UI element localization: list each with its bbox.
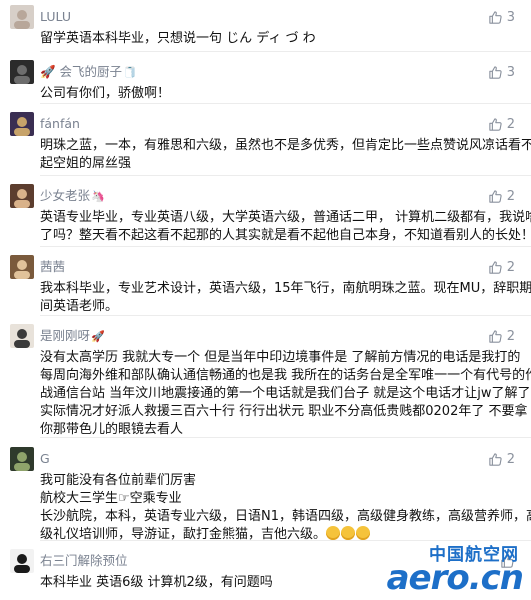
comment-text-line: 长沙航院，本科，英语专业六级，日语N1，韩语四级，高级健身教练，高级营养师，高 [40, 508, 531, 526]
comment-text-line-content: 英语专业毕业，专业英语八级，大学英语六级，普通话二甲， 计算机二级都有，我说啥 [40, 210, 531, 225]
comment-text-line-content: 我本科毕业，专业艺术设计，英语六级，15年飞行，南航明珠之蓝。现在MU，辞职期 [40, 281, 531, 296]
like-count: 2 [506, 451, 515, 467]
commenter-name-text: LULU [40, 9, 71, 24]
commenter-name[interactable]: G [40, 447, 50, 471]
divider [40, 315, 531, 316]
thumbs-up-icon [488, 117, 503, 132]
commenter-name[interactable]: 少女老张🦄 [40, 184, 105, 208]
commenter-name[interactable]: LULU [40, 5, 71, 29]
like-button[interactable]: 2 [488, 257, 515, 277]
comment-text-line: 了吗？整天看不起这看不起那的人其实就是看不起他自己本身，不知道看别人的长处！ [40, 227, 531, 245]
comment-text-line-content: 实际情况才好派人救援三百六十行 行行出状元 职业不分高低贵贱都0202年了 不要… [40, 404, 528, 419]
divider [40, 175, 531, 176]
commenter-name-text: fánfán [40, 116, 80, 131]
commenter-name-text: 右三门解除预位 [40, 553, 128, 568]
avatar[interactable] [10, 184, 34, 208]
comment-text-line-content: 起空姐的屌丝强 [40, 156, 132, 171]
comment-text-line: 明珠之蓝，一本，有雅思和六级，虽然也不是多优秀，但肯定比一些点赞说风凉话看不 [40, 137, 531, 155]
name-decoration-icon: 🚀 [91, 330, 105, 343]
comment-text: 英语专业毕业，专业英语八级，大学英语六级，普通话二甲， 计算机二级都有，我说啥了… [40, 209, 531, 245]
like-button[interactable]: 2 [488, 449, 515, 469]
avatar[interactable] [10, 255, 34, 279]
commenter-name-text: 🚀 会飞的厨子 [40, 64, 123, 79]
name-decoration-icon: 🦄 [91, 190, 105, 203]
avatar[interactable] [10, 549, 34, 573]
grin-emoji-icon [326, 526, 341, 540]
thumbs-up-icon [488, 189, 503, 204]
comment-text-line-content: 我可能没有各位前辈们厉害 [40, 473, 197, 488]
like-count: 2 [506, 328, 515, 344]
comment-text-line: 间英语老师。 [40, 298, 517, 316]
comment-text-line-content: 你那带色儿的眼镜去看人 [40, 422, 184, 437]
comment-text-line-content: 长沙航院，本科，英语专业六级，日语N1，韩语四级，高级健身教练，高级营养师，高 [40, 509, 531, 524]
comment-text-line: 我可能没有各位前辈们厉害 [40, 472, 517, 490]
like-count: 3 [506, 64, 515, 80]
comment-text-line: 留学英语本科毕业，只想说一句 じん ディ づ わ [40, 30, 517, 48]
comment-text: 我可能没有各位前辈们厉害 航校大三学生☞空乘专业长沙航院，本科，英语专业六级，日语… [40, 472, 531, 544]
avatar[interactable] [10, 60, 34, 84]
commenter-name-text: 少女老张 [40, 188, 91, 203]
grin-emoji-icon [356, 526, 371, 540]
avatar[interactable] [10, 324, 34, 348]
thumbs-up-icon [488, 452, 503, 467]
comment-text-line-content: 明珠之蓝，一本，有雅思和六级，虽然也不是多优秀，但肯定比一些点赞说风凉话看不 [40, 138, 531, 153]
avatar[interactable] [10, 112, 34, 136]
commenter-name[interactable]: 是刚刚呀🚀 [40, 324, 105, 348]
like-count: 2 [506, 116, 515, 132]
commenter-name[interactable]: 右三门解除预位 [40, 549, 128, 573]
comment-text-line: 起空姐的屌丝强 [40, 155, 517, 173]
commenter-name[interactable]: fánfán [40, 112, 80, 136]
comment-text-line: 英语专业毕业，专业英语八级，大学英语六级，普通话二甲， 计算机二级都有，我说啥 [40, 209, 531, 227]
comment-text-line-content: 留学英语本科毕业，只想说一句 じん ディ づ わ [40, 31, 316, 46]
like-count: 2 [506, 259, 515, 275]
thumbs-up-icon [488, 260, 503, 275]
thumbs-up-icon [488, 329, 503, 344]
comment-text: 没有太高学历 我就大专一个 但是当年中印边境事件是 了解前方情况的电话是我打的每… [40, 349, 531, 439]
comment-text: 我本科毕业，专业艺术设计，英语六级，15年飞行，南航明珠之蓝。现在MU，辞职期间… [40, 280, 531, 316]
divider [40, 51, 531, 52]
comment-text-line-content: 了吗？整天看不起这看不起那的人其实就是看不起他自己本身，不知道看别人的长处！ [40, 228, 531, 243]
like-button[interactable]: 2 [488, 186, 515, 206]
comment-text: 公司有你们，骄傲啊！ [40, 85, 517, 103]
comment-text-line: 航校大三学生☞空乘专业 [40, 490, 517, 508]
comment-text-line: 每周向海外维和部队确认通信畅通的也是我 我所在的话务台是全军唯一一个有代号的作 [40, 367, 531, 385]
like-count: 2 [506, 188, 515, 204]
avatar[interactable] [10, 447, 34, 471]
like-button[interactable]: 2 [488, 114, 515, 134]
comment-text-line-content: 间英语老师。 [40, 299, 119, 314]
comment-text-line: 没有太高学历 我就大专一个 但是当年中印边境事件是 了解前方情况的电话是我打的 [40, 349, 521, 367]
comment-text-line-content: 每周向海外维和部队确认通信畅通的也是我 我所在的话务台是全军唯一一个有代号的作 [40, 368, 531, 383]
like-count: 3 [506, 9, 515, 25]
comment-text-line: 实际情况才好派人救援三百六十行 行行出状元 职业不分高低贵贱都0202年了 不要… [40, 403, 527, 421]
comment-text: 留学英语本科毕业，只想说一句 じん ディ づ わ [40, 30, 517, 48]
commenter-name[interactable]: 🚀 会飞的厨子🧻 [40, 60, 137, 84]
comment-text-line: 公司有你们，骄傲啊！ [40, 85, 517, 103]
thumbs-up-icon [488, 10, 503, 25]
divider [40, 437, 531, 438]
comment-text-line-content: 战通信台站 当年汶川地震接通的第一个电话就是我们台子 就是这个电话才让jw了解了 [40, 386, 531, 401]
commenter-name-text: 茜茜 [40, 259, 66, 274]
name-decoration-icon: 🧻 [123, 66, 137, 79]
like-button[interactable]: 2 [488, 326, 515, 346]
comment-text-line: 我本科毕业，专业艺术设计，英语六级，15年飞行，南航明珠之蓝。现在MU，辞职期 [40, 280, 531, 298]
like-button[interactable]: 3 [488, 7, 515, 27]
divider [40, 103, 531, 104]
grin-emoji-icon [341, 526, 356, 540]
watermark-en: aero.cn [386, 558, 524, 598]
commenter-name-text: 是刚刚呀 [40, 328, 91, 343]
like-button[interactable]: 3 [488, 62, 515, 82]
watermark-logo: 中国航空网 aero.cn [367, 540, 527, 598]
avatar[interactable] [10, 5, 34, 29]
comment-text-line: 战通信台站 当年汶川地震接通的第一个电话就是我们台子 就是这个电话才让jw了解了 [40, 385, 531, 403]
commenter-name[interactable]: 茜茜 [40, 255, 65, 279]
comment-text: 明珠之蓝，一本，有雅思和六级，虽然也不是多优秀，但肯定比一些点赞说风凉话看不 起空… [40, 137, 531, 173]
comment-text-line-content: 航校大三学生☞空乘专业 [40, 491, 182, 506]
commenter-name-text: G [40, 451, 50, 466]
comment-text-line-content: 没有太高学历 我就大专一个 但是当年中印边境事件是 了解前方情况的电话是我打的 [40, 350, 521, 365]
divider [40, 246, 531, 247]
comment-text-line-content: 公司有你们，骄傲啊！ [40, 86, 171, 101]
thumbs-up-icon [488, 65, 503, 80]
comment-text-line-content: 本科毕业 英语6级 计算机2级，有问题吗 [40, 575, 273, 590]
